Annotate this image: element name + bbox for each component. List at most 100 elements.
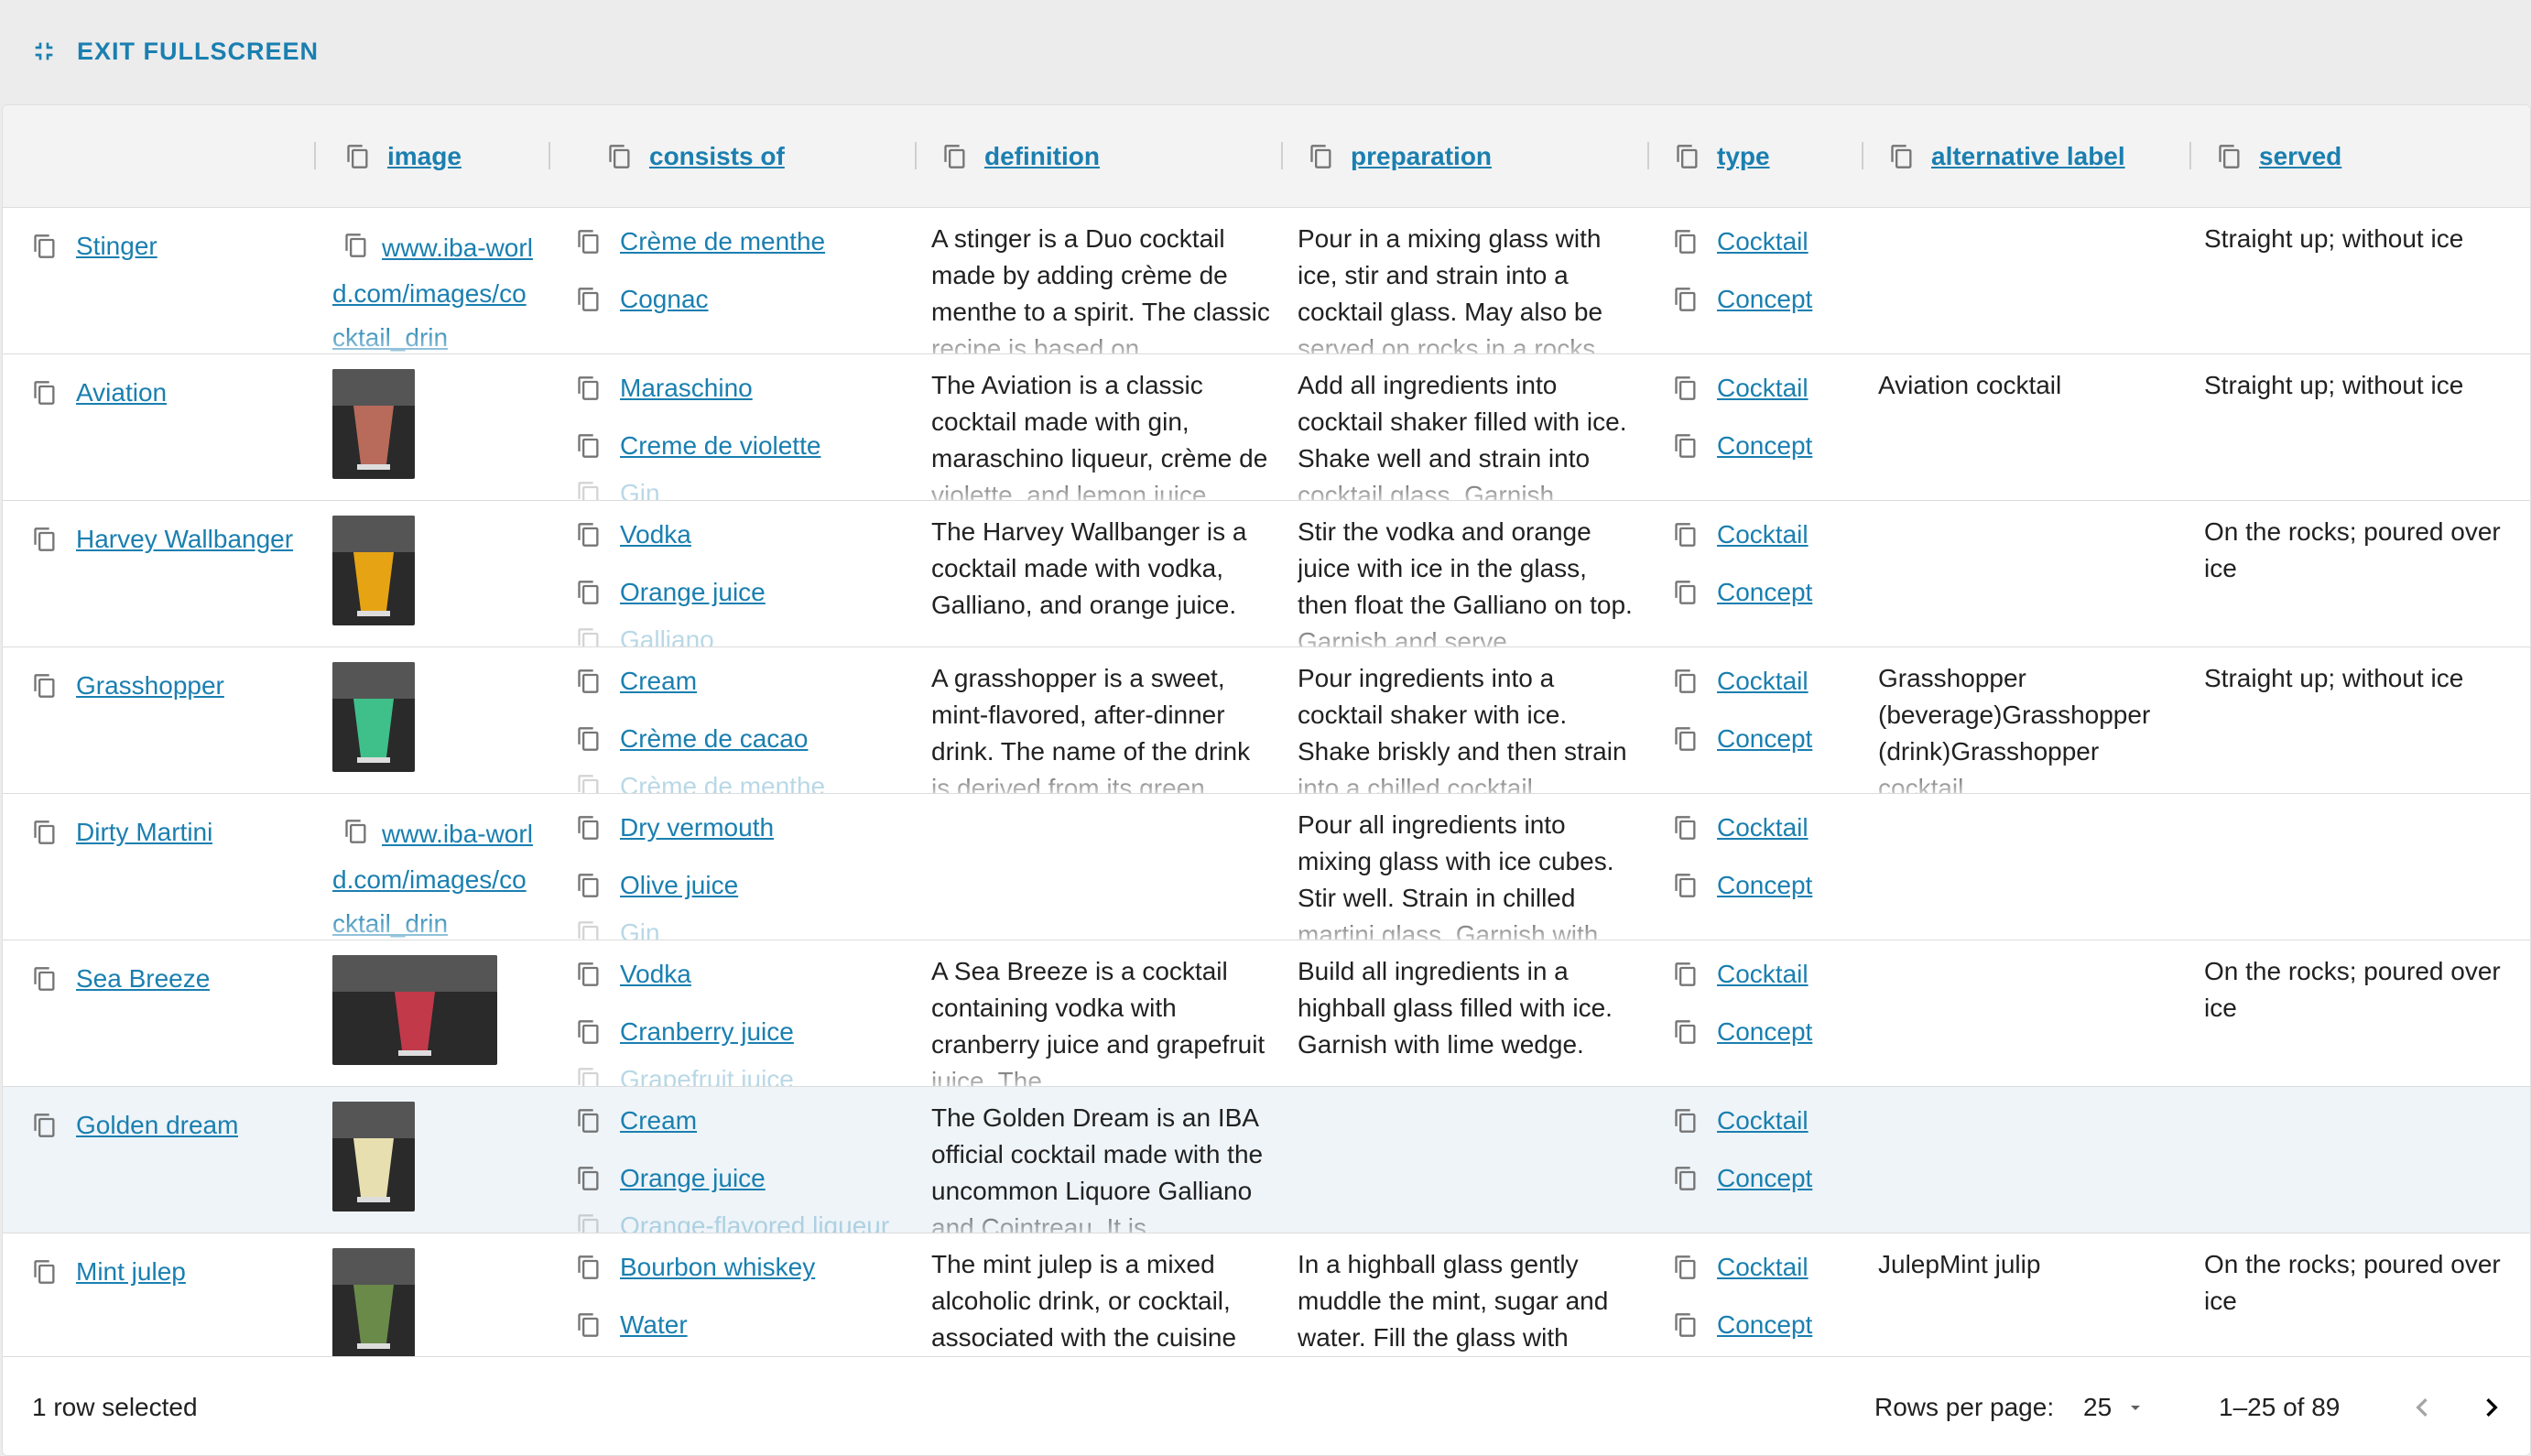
- column-separator[interactable]: [549, 142, 550, 169]
- copy-icon[interactable]: [576, 815, 602, 841]
- copy-icon[interactable]: [1673, 1255, 1699, 1280]
- copy-icon[interactable]: [576, 726, 602, 752]
- type-link[interactable]: Cocktail: [1717, 1107, 1809, 1135]
- ingredient-link[interactable]: Orange juice: [620, 578, 766, 607]
- ingredient-link[interactable]: Cream: [620, 668, 697, 696]
- copy-icon[interactable]: [32, 966, 58, 992]
- copy-icon[interactable]: [576, 1067, 602, 1087]
- copy-icon[interactable]: [1673, 726, 1699, 752]
- copy-icon[interactable]: [576, 1213, 602, 1233]
- copy-icon[interactable]: [576, 229, 602, 255]
- ingredient-link[interactable]: Crème de menthe: [620, 772, 825, 793]
- ingredient-link[interactable]: Water: [620, 1310, 688, 1340]
- copy-icon[interactable]: [1673, 1312, 1699, 1338]
- column-separator[interactable]: [2189, 142, 2191, 169]
- drink-name-link[interactable]: Harvey Wallbanger: [76, 525, 293, 554]
- copy-icon[interactable]: [343, 233, 369, 258]
- copy-icon[interactable]: [1673, 1019, 1699, 1045]
- ingredient-link[interactable]: Maraschino: [620, 375, 753, 403]
- copy-icon[interactable]: [576, 1019, 602, 1045]
- copy-icon[interactable]: [1673, 433, 1699, 459]
- table-row[interactable]: Sea Breeze Vodka Cranberry juice Grapefruit…: [3, 940, 2530, 1087]
- type-link[interactable]: Concept: [1717, 431, 1812, 461]
- type-link[interactable]: Concept: [1717, 1017, 1812, 1047]
- ingredient-link[interactable]: Creme de violette: [620, 431, 820, 461]
- type-link[interactable]: Concept: [1717, 1310, 1812, 1340]
- table-row[interactable]: Dirty Martini www.iba-world.com/images/co…: [3, 794, 2530, 940]
- exit-fullscreen-button[interactable]: EXIT FULLSCREEN: [29, 37, 319, 66]
- ingredient-link[interactable]: Crème de cacao: [620, 724, 808, 754]
- copy-icon[interactable]: [1675, 144, 1700, 169]
- type-link[interactable]: Cocktail: [1717, 668, 1809, 696]
- ingredient-link[interactable]: Cranberry juice: [620, 1017, 794, 1047]
- column-separator[interactable]: [314, 142, 316, 169]
- column-header-label[interactable]: alternative label: [1931, 142, 2125, 171]
- copy-icon[interactable]: [343, 819, 369, 844]
- copy-icon[interactable]: [32, 380, 58, 406]
- copy-icon[interactable]: [1309, 144, 1334, 169]
- type-link[interactable]: Cocktail: [1717, 228, 1809, 256]
- type-link[interactable]: Cocktail: [1717, 375, 1809, 403]
- drink-name-link[interactable]: Sea Breeze: [76, 964, 210, 994]
- type-link[interactable]: Concept: [1717, 871, 1812, 900]
- copy-icon[interactable]: [345, 144, 371, 169]
- copy-icon[interactable]: [1889, 144, 1915, 169]
- copy-icon[interactable]: [1673, 873, 1699, 898]
- ingredient-link[interactable]: Orange-flavored liqueur: [620, 1212, 889, 1233]
- column-header[interactable]: consists of: [607, 105, 785, 208]
- copy-icon[interactable]: [576, 962, 602, 987]
- table-row[interactable]: Golden dream Cream Orange juice Orange-flav…: [3, 1087, 2530, 1233]
- column-separator[interactable]: [1281, 142, 1283, 169]
- type-link[interactable]: Cocktail: [1717, 1254, 1809, 1282]
- column-header-label[interactable]: type: [1717, 142, 1770, 171]
- column-separator[interactable]: [915, 142, 917, 169]
- copy-icon[interactable]: [576, 1255, 602, 1280]
- column-header-label[interactable]: image: [387, 142, 462, 171]
- copy-icon[interactable]: [32, 527, 58, 552]
- ingredient-link[interactable]: Grapefruit juice: [620, 1065, 794, 1086]
- copy-icon[interactable]: [576, 1312, 602, 1338]
- drink-name-link[interactable]: Golden dream: [76, 1111, 238, 1140]
- copy-icon[interactable]: [1673, 1166, 1699, 1191]
- copy-icon[interactable]: [32, 673, 58, 699]
- copy-icon[interactable]: [32, 820, 58, 845]
- copy-icon[interactable]: [607, 144, 633, 169]
- ingredient-link[interactable]: Vodka: [620, 521, 691, 549]
- copy-icon[interactable]: [576, 287, 602, 312]
- copy-icon[interactable]: [942, 144, 968, 169]
- column-header[interactable]: image: [345, 105, 462, 208]
- column-separator[interactable]: [1647, 142, 1649, 169]
- type-link[interactable]: Concept: [1717, 578, 1812, 607]
- column-header-label[interactable]: definition: [984, 142, 1100, 171]
- type-link[interactable]: Cocktail: [1717, 521, 1809, 549]
- drink-name-link[interactable]: Aviation: [76, 378, 167, 407]
- copy-icon[interactable]: [576, 481, 602, 501]
- drink-name-link[interactable]: Mint julep: [76, 1257, 186, 1287]
- ingredient-link[interactable]: Olive juice: [620, 871, 738, 900]
- copy-icon[interactable]: [576, 627, 602, 647]
- table-row[interactable]: Grasshopper Cream Crème de cacao Crème de m…: [3, 647, 2530, 794]
- ingredient-link[interactable]: Cognac: [620, 285, 709, 314]
- type-link[interactable]: Concept: [1717, 724, 1812, 754]
- ingredient-link[interactable]: Vodka: [620, 961, 691, 989]
- copy-icon[interactable]: [1673, 229, 1699, 255]
- column-separator[interactable]: [1862, 142, 1863, 169]
- copy-icon[interactable]: [576, 433, 602, 459]
- copy-icon[interactable]: [32, 1113, 58, 1138]
- copy-icon[interactable]: [2217, 144, 2243, 169]
- copy-icon[interactable]: [1673, 668, 1699, 694]
- drink-name-link[interactable]: Grasshopper: [76, 671, 224, 701]
- column-header-label[interactable]: preparation: [1351, 142, 1492, 171]
- type-link[interactable]: Concept: [1717, 1164, 1812, 1193]
- copy-icon[interactable]: [576, 375, 602, 401]
- type-link[interactable]: Cocktail: [1717, 814, 1809, 842]
- copy-icon[interactable]: [576, 522, 602, 548]
- column-header[interactable]: type: [1675, 105, 1770, 208]
- column-header-label[interactable]: served: [2259, 142, 2341, 171]
- copy-icon[interactable]: [32, 234, 58, 259]
- table-row[interactable]: Aviation Maraschino Creme de violette Gin Th…: [3, 354, 2530, 501]
- column-header[interactable]: alternative label: [1889, 105, 2125, 208]
- drink-name-link[interactable]: Stinger: [76, 232, 158, 261]
- ingredient-link[interactable]: Galliano: [620, 625, 714, 647]
- previous-page-button[interactable]: [2404, 1389, 2440, 1426]
